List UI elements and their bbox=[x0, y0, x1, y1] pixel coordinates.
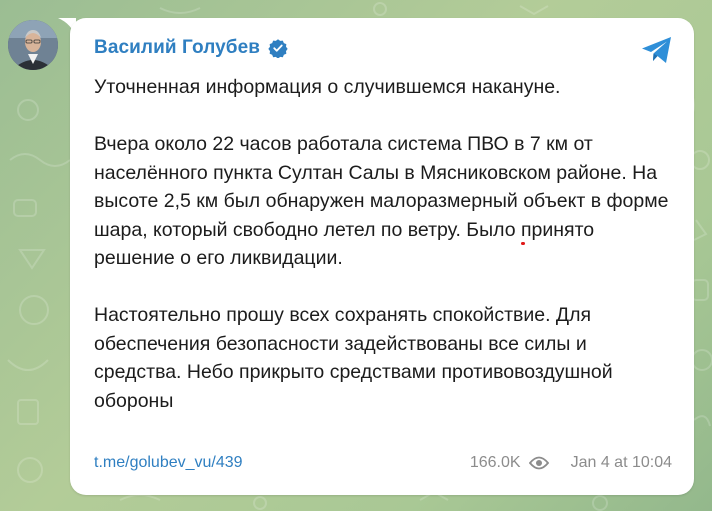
message-footer: t.me/golubev_vu/439 166.0K Jan 4 at 10:0… bbox=[94, 454, 672, 472]
message-paragraph-3: Настоятельно прошу всех сохранять спокой… bbox=[94, 304, 613, 412]
message-bubble: Василий Голубев Уточненная информация о … bbox=[70, 18, 694, 495]
message-meta: 166.0K Jan 4 at 10:04 bbox=[470, 454, 672, 472]
post-link[interactable]: t.me/golubev_vu/439 bbox=[94, 454, 243, 472]
eye-icon bbox=[528, 456, 549, 470]
author-avatar[interactable] bbox=[8, 20, 58, 70]
message-date: Jan 4 at 10:04 bbox=[570, 454, 672, 471]
message-paragraph-1: Уточненная информация о случившемся нака… bbox=[94, 76, 561, 98]
paragraph-2-end: , который свободно летел по ветру. Было … bbox=[94, 218, 595, 270]
avatar-portrait bbox=[8, 20, 58, 70]
views-count: 166.0K bbox=[469, 454, 521, 471]
message-text: Уточненная информация о случившемся нака… bbox=[94, 73, 674, 415]
author-row: Василий Голубев bbox=[94, 37, 288, 59]
author-name[interactable]: Василий Голубев bbox=[94, 37, 260, 59]
verified-badge-icon bbox=[268, 39, 288, 58]
telegram-share-icon[interactable] bbox=[640, 34, 674, 66]
message-paragraph-2: Вчера около 22 часов работала система ПВ… bbox=[94, 130, 674, 273]
